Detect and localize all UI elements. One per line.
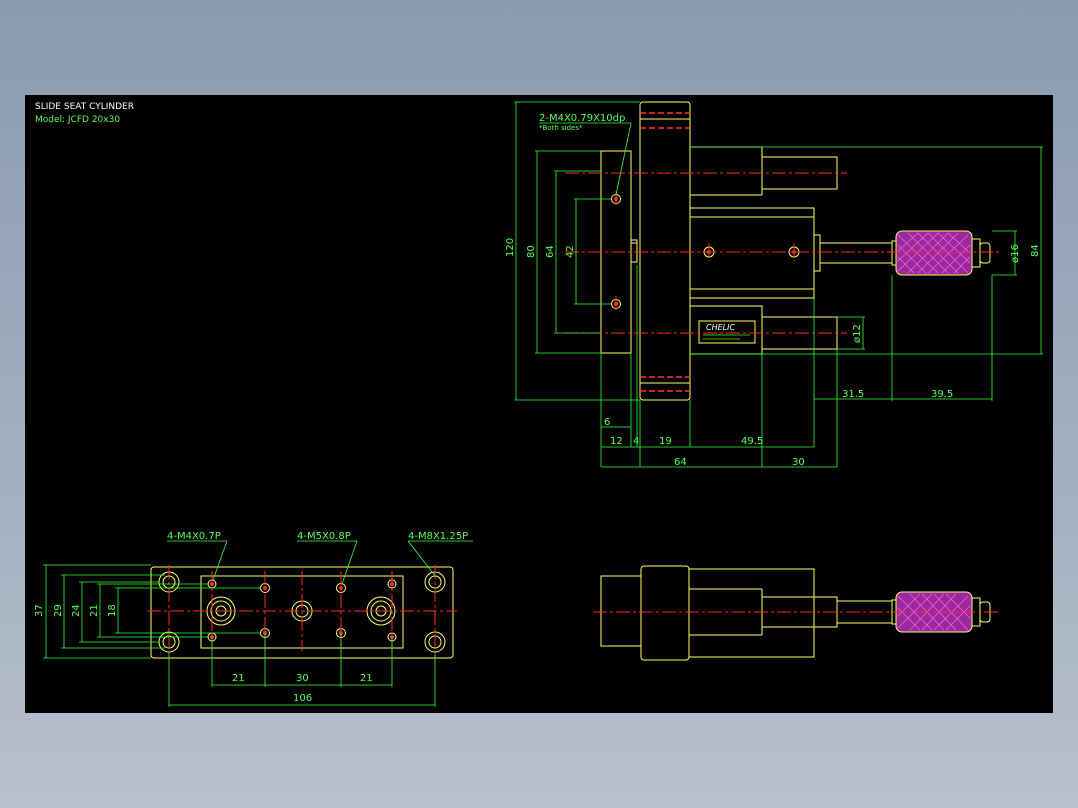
logo-text: CHELIC <box>706 323 735 332</box>
dim-37: 37 <box>34 604 45 617</box>
dim-30-b: 30 <box>296 673 309 684</box>
dim-80: 80 <box>526 245 537 258</box>
drawing-svg: SLIDE SEAT CYLINDER Model: JCFD 20x30 CH… <box>34 101 1043 707</box>
m8-callout: 4-M8X1.25P <box>408 531 468 542</box>
side-body <box>640 565 690 661</box>
dim-64-h: 64 <box>674 457 687 468</box>
dim-106: 106 <box>293 693 312 704</box>
dim-49-5: 49.5 <box>741 436 763 447</box>
side-plate <box>600 575 642 647</box>
thread-callout: 2-M4X0.79X10dp <box>539 113 625 124</box>
dim-39-5: 39.5 <box>931 389 953 400</box>
dim-21-a: 21 <box>232 673 245 684</box>
dim-84: 84 <box>1030 244 1041 257</box>
dim-4: 4 <box>633 436 639 447</box>
dim-64: 64 <box>545 245 556 258</box>
dim-6: 6 <box>604 417 610 428</box>
side-view <box>593 565 1000 661</box>
cad-drawing-canvas[interactable]: SLIDE SEAT CYLINDER Model: JCFD 20x30 CH… <box>25 95 1053 713</box>
end-nut <box>979 242 991 264</box>
dim-30: 30 <box>792 457 805 468</box>
both-sides-note: *Both sides* <box>539 124 583 132</box>
dim-dia12: ø12 <box>852 324 863 343</box>
base-view: 4-M4X0.7P 4-M5X0.8P 4-M8X1.25P 37 29 24 … <box>34 531 473 707</box>
dim-21-v: 21 <box>89 604 100 617</box>
m4-callout: 4-M4X0.7P <box>167 531 221 542</box>
top-view: CHELIC 2-M4X0.79X10dp *Both sides* 120 8… <box>505 101 1043 468</box>
dim-21-b: 21 <box>360 673 373 684</box>
drawing-model: Model: JCFD 20x30 <box>35 115 120 125</box>
drawing-title: SLIDE SEAT CYLINDER <box>35 102 134 112</box>
dim-42: 42 <box>565 245 576 258</box>
dim-12: 12 <box>610 436 623 447</box>
piston-rod <box>819 242 893 264</box>
adjust-knob <box>895 230 973 276</box>
m5-callout: 4-M5X0.8P <box>297 531 351 542</box>
body-block <box>639 101 691 401</box>
dim-24: 24 <box>71 604 82 617</box>
dim-31-5: 31.5 <box>842 389 864 400</box>
dim-19: 19 <box>659 436 672 447</box>
dim-dia16: ø16 <box>1010 244 1021 263</box>
dim-120: 120 <box>505 238 516 257</box>
dim-18: 18 <box>107 604 118 617</box>
dim-29: 29 <box>53 604 64 617</box>
